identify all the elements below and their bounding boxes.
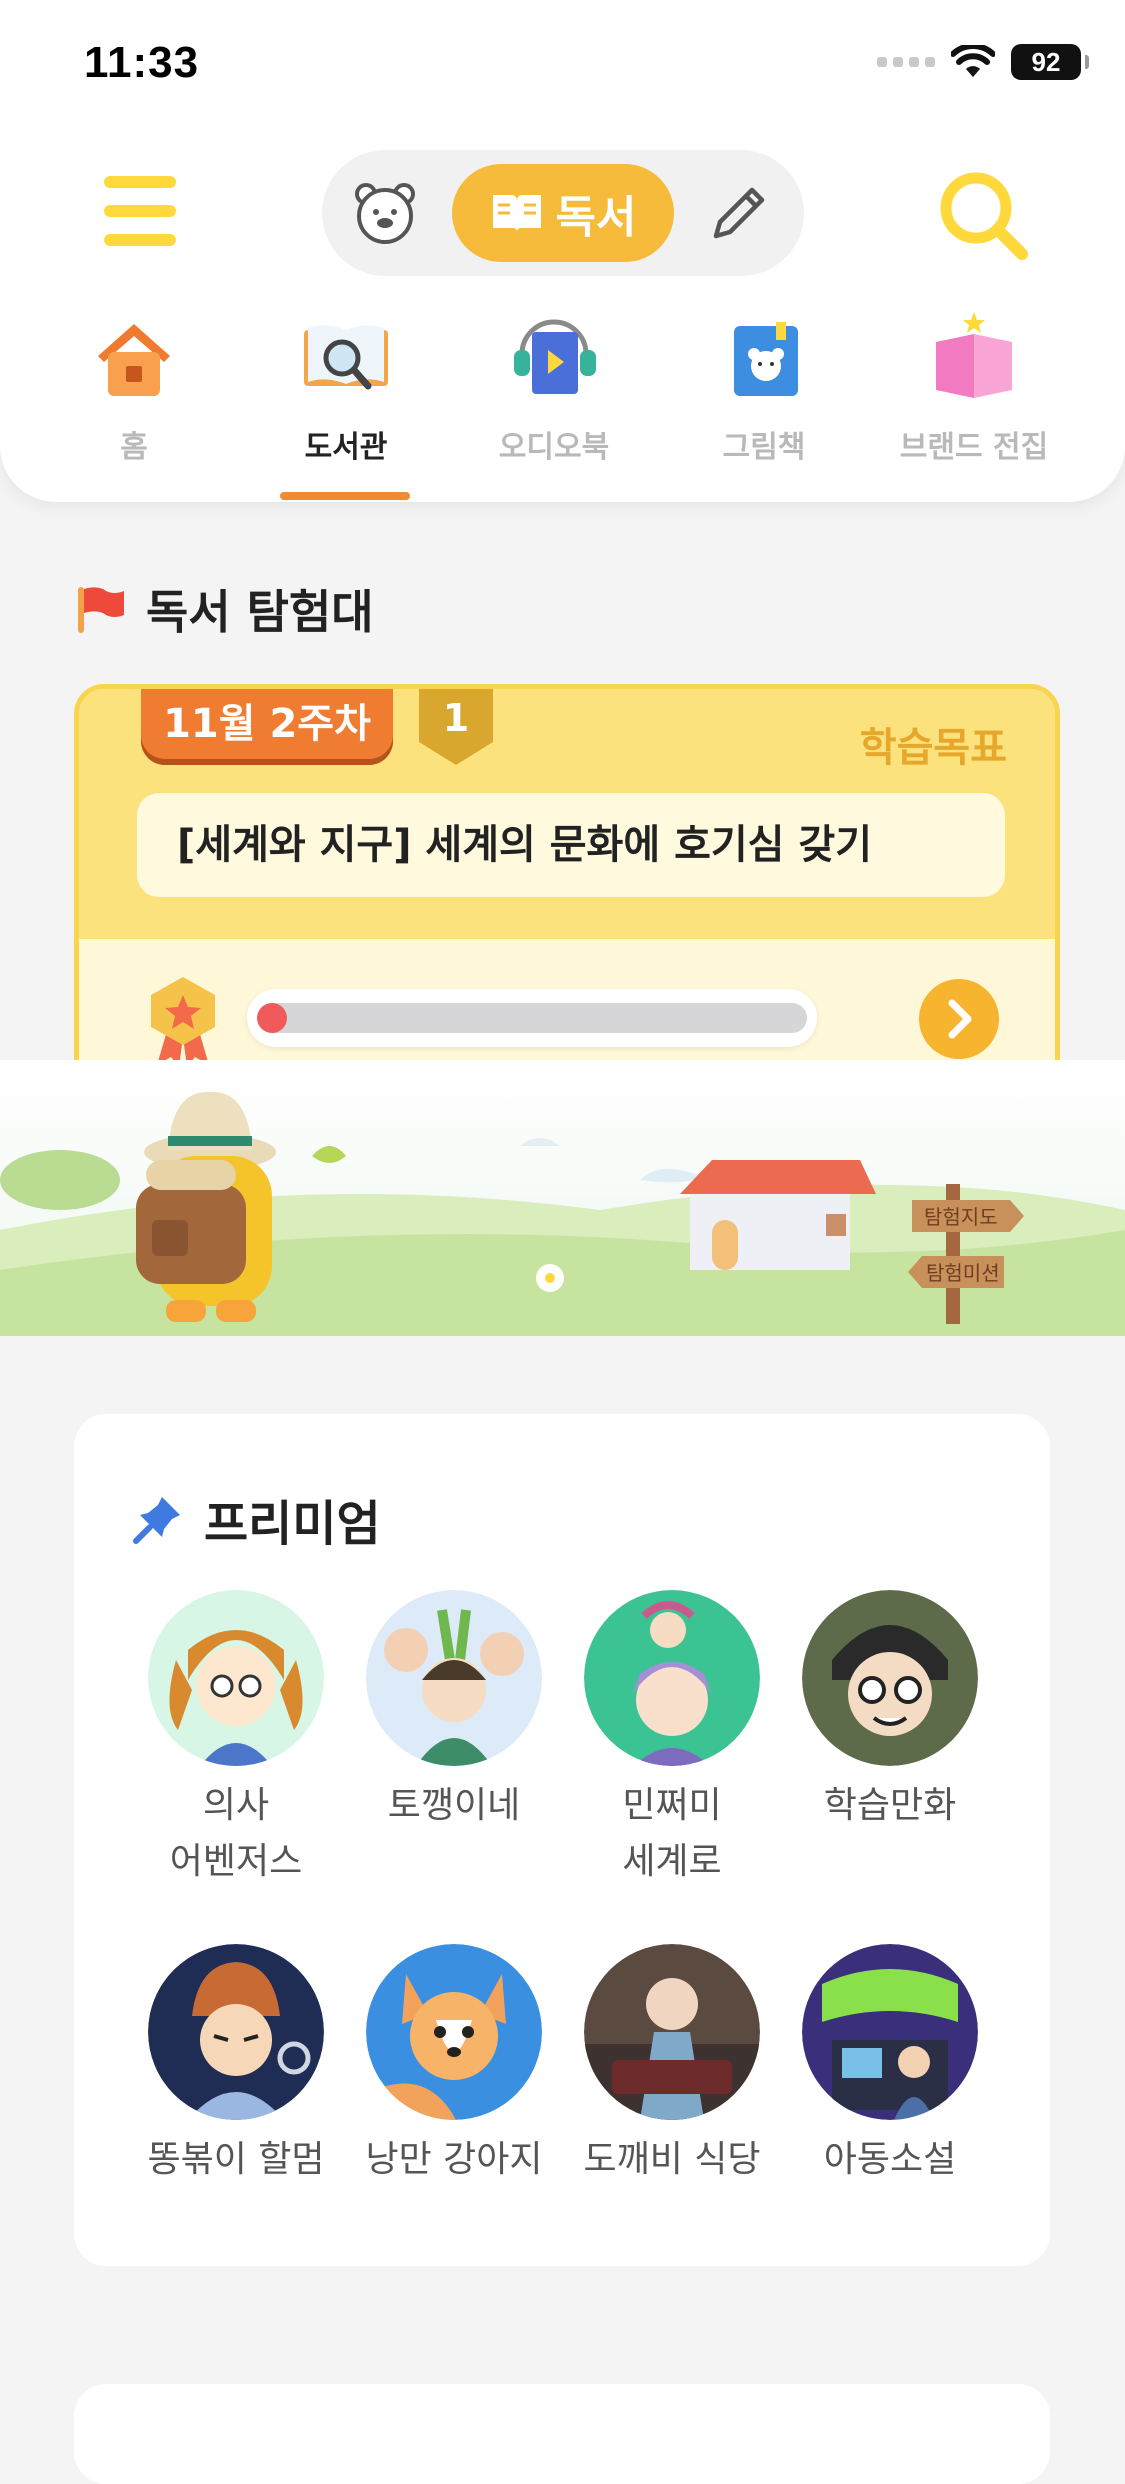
goal-text: [세계와 지구] 세계의 문화에 호기심 갖기 [137, 793, 1005, 897]
status-icons: 92 [877, 44, 1089, 80]
active-tab-indicator [280, 492, 410, 500]
pencil-icon[interactable] [708, 182, 770, 244]
audiobook-icon [514, 319, 596, 394]
explorer-landscape-illustration: 탐험지도 탐험미션 [0, 1060, 1125, 1336]
pin-icon [133, 1497, 180, 1544]
explorer-title-text: 독서 탐험대 [146, 585, 374, 639]
tab-library[interactable]: 도서관 [266, 308, 426, 466]
series-name: 아동소설 [823, 2139, 957, 2180]
series-doctor-avengers[interactable]: 의사 어벤저스 [136, 1590, 336, 1890]
magic-book-icon [936, 312, 1012, 398]
series-name: 의사 어벤저스 [169, 1785, 303, 1882]
tab-library-label: 도서관 [304, 430, 388, 465]
picture-book-icon [734, 322, 798, 396]
week-badge: 11월 2주차 [141, 689, 393, 765]
series-thumb-study-comics [802, 1590, 978, 1766]
series-minjjeomi-world[interactable]: 민쩌미 세계로 [572, 1590, 772, 1890]
series-tokkaengine[interactable]: 토깽이네 [354, 1590, 554, 1834]
series-study-comics[interactable]: 학습만화 [790, 1590, 990, 1834]
tab-home[interactable]: 홈 [54, 308, 214, 466]
series-dokkaebi-restaurant[interactable]: 도깨비 식당 [572, 1944, 772, 2188]
explorer-section-title: 독서 탐험대 [74, 576, 374, 642]
menu-button[interactable] [104, 176, 176, 246]
series-name: 도깨비 식당 [583, 2139, 761, 2180]
series-thumb-childrens-novel [802, 1944, 978, 2120]
mode-switch: 독서 [322, 150, 804, 276]
premium-card: 프리미엄 의사 어벤저스 토깽이네 민쩌미 세계로 학습만화 똥볶이 할멈 낭만… [74, 1414, 1050, 2266]
series-thumb-ttongbokki-grandma [148, 1944, 324, 2120]
category-tabs: 홈 도서관 오디오북 그림책 브랜드 전집 [0, 308, 1125, 502]
tab-picture-book[interactable]: 그림책 [684, 308, 844, 466]
search-icon[interactable] [936, 168, 1032, 264]
mission-next-button[interactable] [919, 979, 999, 1059]
progress-bar [247, 989, 817, 1047]
series-thumb-dokkaebi-restaurant [584, 1944, 760, 2120]
premium-title-text: 프리미엄 [204, 1496, 381, 1552]
progress-track-inner [257, 1003, 807, 1033]
book-magnifier-icon [304, 325, 388, 390]
chevron-right-icon [948, 999, 972, 1039]
tab-home-label: 홈 [120, 430, 148, 465]
reading-mode-button[interactable]: 독서 [452, 164, 674, 262]
series-thumb-tokkaengine [366, 1590, 542, 1766]
reading-mode-label: 독서 [555, 192, 637, 243]
goal-label: 학습목표 [859, 725, 1007, 771]
tab-picture-book-label: 그림책 [722, 430, 806, 465]
tab-audiobook[interactable]: 오디오북 [474, 308, 634, 466]
wifi-icon [951, 45, 995, 77]
series-thumb-romantic-puppy [366, 1944, 542, 2120]
next-section-card [74, 2384, 1050, 2484]
bear-face-icon[interactable] [352, 180, 418, 246]
status-time: 11:33 [84, 38, 200, 87]
series-childrens-novel[interactable]: 아동소설 [790, 1944, 990, 2188]
sign-mission: 탐험미션 [926, 1261, 1000, 1285]
house-icon [98, 324, 170, 396]
tab-brand-collection-label: 브랜드 전집 [899, 430, 1049, 465]
series-thumb-minjjeomi-world [584, 1590, 760, 1766]
series-name: 토깽이네 [387, 1785, 521, 1826]
top-header: 11:33 92 독서 홈 도서관 오디오북 그림책 브랜드 전집 [0, 0, 1125, 502]
mission-card[interactable]: 11월 2주차 1 학습목표 [세계와 지구] 세계의 문화에 호기심 갖기 [74, 684, 1060, 1098]
progress-fill [257, 1003, 287, 1033]
red-flag-icon [78, 587, 124, 633]
series-name: 민쩌미 세계로 [622, 1785, 722, 1882]
sign-map: 탐험지도 [924, 1205, 998, 1229]
medal-icon [151, 977, 215, 1067]
cellular-signal-icon [877, 57, 935, 67]
series-name: 낭만 강아지 [365, 2139, 543, 2180]
series-name: 학습만화 [823, 1785, 957, 1826]
battery-icon: 92 [1011, 44, 1089, 80]
open-book-icon [492, 195, 541, 231]
series-thumb-doctor-avengers [148, 1590, 324, 1766]
series-ttongbokki-grandma[interactable]: 똥볶이 할멈 [136, 1944, 336, 2188]
tab-brand-collection[interactable]: 브랜드 전집 [894, 308, 1054, 466]
series-name: 똥볶이 할멈 [147, 2139, 325, 2180]
series-romantic-puppy[interactable]: 낭만 강아지 [354, 1944, 554, 2188]
tab-audiobook-label: 오디오북 [498, 430, 610, 465]
premium-title: 프리미엄 [132, 1484, 381, 1554]
